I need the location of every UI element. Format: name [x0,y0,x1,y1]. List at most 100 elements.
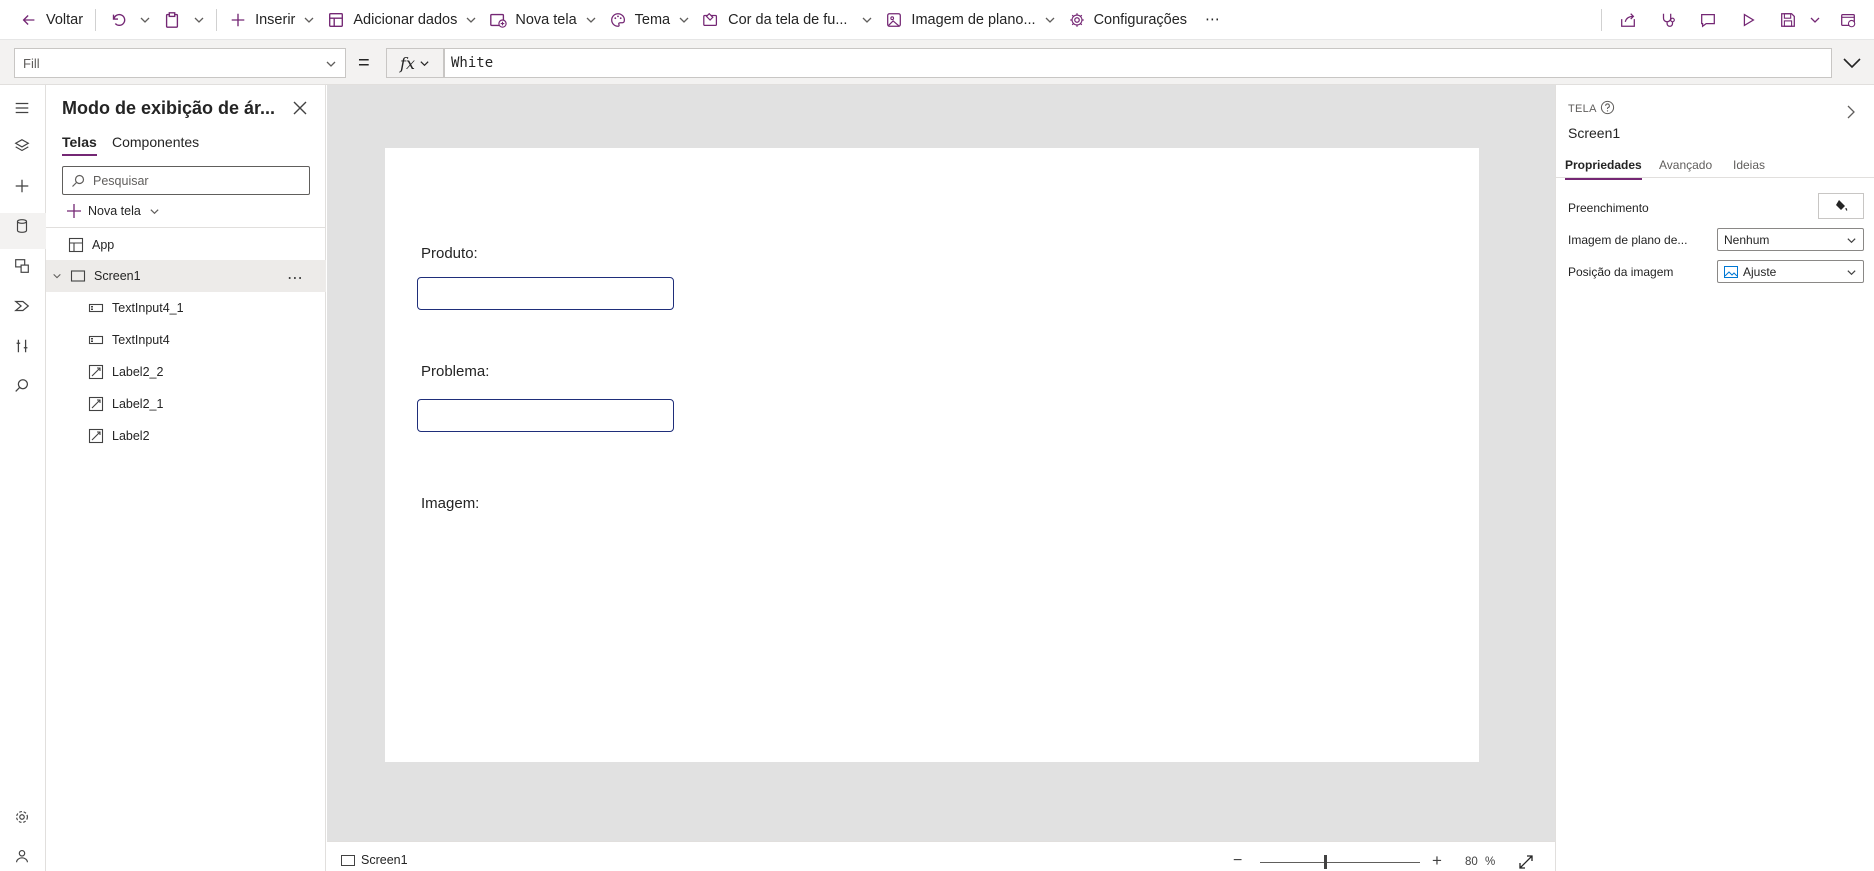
media-icon [15,259,29,273]
chevron-down-icon [1045,17,1055,23]
theme-label: Tema [634,11,671,28]
paste-dropdown[interactable] [188,4,210,36]
screen-icon [341,854,355,866]
clipboard-icon [166,11,179,28]
chevron-down-icon [862,17,872,23]
advanced-tools-button[interactable] [11,335,33,357]
undo-button[interactable] [102,4,134,36]
tree-item-label2-1[interactable]: Label2_1 [46,388,326,420]
tree-item-label2-2[interactable]: Label2_2 [46,356,326,388]
expand-formula-icon[interactable] [1840,52,1864,74]
preview-button[interactable] [1732,4,1764,36]
more-button[interactable]: ⋯ [1193,4,1232,36]
tree-item-label: Label2 [112,429,150,443]
plus-icon [231,13,245,26]
tree-search-input[interactable]: Pesquisar [62,166,310,195]
tree-item-label: App [92,238,115,252]
tree-item-label2[interactable]: Label2 [46,420,326,452]
insert-button[interactable]: Inserir [223,4,321,36]
paste-button[interactable] [156,4,188,36]
label-icon [88,428,104,444]
search-icon [72,174,85,187]
bg-image-dropdown[interactable]: Nenhum [1717,228,1864,251]
text-input-icon [88,303,104,313]
zoom-value[interactable]: 80 [1465,856,1478,868]
chevron-down-icon [150,208,159,214]
label-produto[interactable]: Produto: [421,245,478,262]
background-color-button[interactable]: Cor da tela de fu... [696,4,879,36]
property-dropdown[interactable]: Fill [14,48,346,78]
undo-icon [112,13,126,26]
new-screen-label: Nova tela [88,204,141,218]
chevron-down-icon[interactable] [52,271,62,281]
account-button[interactable] [11,845,33,867]
more-icon: ⋯ [1205,11,1220,28]
label-icon [88,396,104,412]
label-problema[interactable]: Problema: [421,363,489,380]
add-data-button[interactable]: Adicionar dados [321,4,483,36]
close-icon[interactable] [291,99,309,117]
zoom-unit: % [1485,856,1496,868]
zoom-slider-thumb[interactable] [1324,855,1327,869]
screen-selector[interactable]: Screen1 [341,853,408,867]
tree-item-textinput4[interactable]: TextInput4 [46,324,326,356]
back-button[interactable]: Voltar [14,4,89,36]
flow-icon [14,300,30,312]
search-icon [15,379,29,392]
tree-view-button[interactable] [11,135,33,157]
fill-color-picker[interactable] [1818,193,1864,219]
tree-item-screen1[interactable]: Screen1 ⋯ [46,260,326,292]
tab-components[interactable]: Componentes [112,134,199,154]
tree-item-label: Label2_2 [112,365,164,379]
image-position-value: Ajuste [1743,264,1777,279]
fit-to-window-icon[interactable] [1518,854,1534,870]
media-button[interactable] [11,255,33,277]
tree-item-app[interactable]: App [46,229,326,261]
insert-rail-button[interactable] [11,175,33,197]
theme-button[interactable]: Tema [603,4,696,36]
help-icon[interactable] [1600,100,1615,115]
chevron-right-icon[interactable] [1843,104,1859,120]
image-position-dropdown[interactable]: Ajuste [1717,260,1864,283]
produto-text-input[interactable] [417,277,674,310]
layers-icon [14,139,30,152]
tab-screens[interactable]: Telas [62,134,97,156]
comments-button[interactable] [1692,4,1724,36]
menu-button[interactable] [11,97,33,119]
tree-new-screen-button[interactable]: Nova tela [66,203,160,219]
publish-button[interactable] [1832,4,1864,36]
more-options-icon[interactable]: ⋯ [287,268,304,288]
formula-input[interactable]: White [444,48,1832,78]
share-button[interactable] [1612,4,1644,36]
database-icon [16,219,28,233]
search-rail-button[interactable] [11,375,33,397]
background-image-button[interactable]: Imagem de plano... [879,4,1061,36]
tab-advanced[interactable]: Avançado [1659,158,1712,178]
undo-dropdown[interactable] [134,4,156,36]
left-rail [0,85,46,871]
data-button[interactable] [11,215,33,237]
zoom-out-button[interactable]: − [1233,852,1242,870]
screen-canvas[interactable]: Produto: Problema: Imagem: [385,148,1479,762]
power-automate-button[interactable] [11,295,33,317]
plus-icon [15,179,29,193]
chevron-down-icon [1810,17,1820,23]
app-icon [68,237,84,253]
publish-icon [1841,13,1856,28]
tree-item-textinput4-1[interactable]: TextInput4_1 [46,292,326,324]
settings-button[interactable]: Configurações [1062,4,1194,36]
status-bar [327,841,1555,871]
problema-text-input[interactable] [417,399,674,432]
settings-rail-button[interactable] [11,806,33,828]
label-imagem[interactable]: Imagem: [421,495,479,512]
new-screen-button[interactable]: Nova tela [483,4,602,36]
save-dropdown[interactable] [1804,4,1826,36]
save-button[interactable] [1772,4,1804,36]
tab-ideas[interactable]: Ideias [1733,158,1765,178]
zoom-in-button[interactable]: + [1432,851,1442,871]
add-data-label: Adicionar dados [353,11,458,28]
app-checker-button[interactable] [1652,4,1684,36]
chevron-down-icon [1847,270,1856,276]
zoom-slider[interactable] [1260,862,1420,863]
function-button[interactable]: fx [386,48,444,78]
